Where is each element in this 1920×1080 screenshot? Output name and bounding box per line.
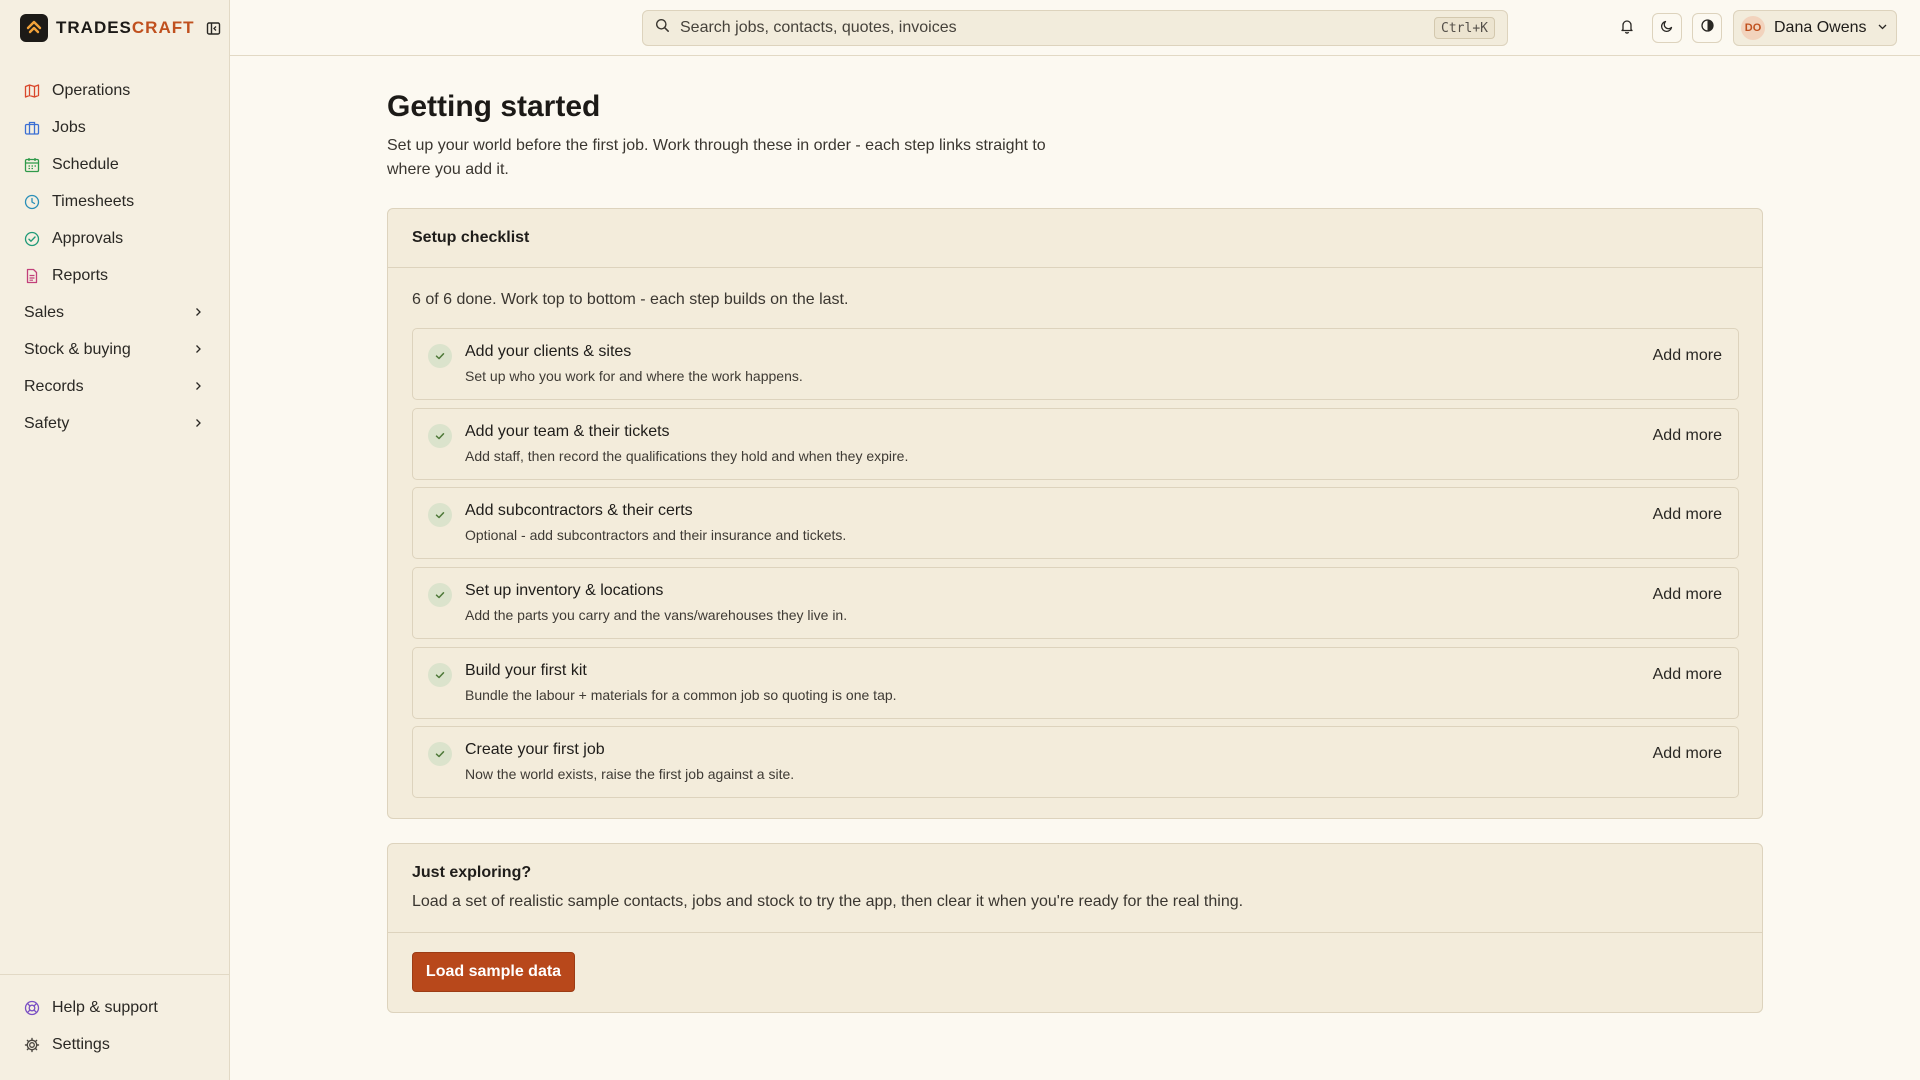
gear-icon (24, 1037, 40, 1053)
contrast-icon (1700, 18, 1715, 38)
step-title: Add your clients & sites (465, 343, 632, 360)
sidebar-group-safety[interactable]: Safety (0, 405, 229, 442)
sidebar-item-label: Jobs (52, 118, 86, 136)
bell-icon (1619, 18, 1635, 39)
divider (388, 932, 1762, 933)
map-icon (24, 83, 40, 99)
checklist-step-inventory[interactable]: Set up inventory & locations Add the par… (412, 567, 1739, 639)
add-more-link[interactable]: Add more (1653, 586, 1722, 604)
just-exploring-card: Just exploring? Load a set of realistic … (387, 843, 1763, 1013)
search-icon (655, 18, 670, 38)
step-description: Optional - add subcontractors and their … (465, 527, 847, 543)
check-icon (428, 583, 452, 607)
avatar: DO (1741, 16, 1765, 40)
chevron-right-icon (193, 341, 203, 359)
sidebar-group-label: Safety (24, 414, 70, 432)
setup-checklist-card: Setup checklist 6 of 6 done. Work top to… (387, 208, 1763, 819)
brand[interactable]: TRADESCRAFT (20, 14, 223, 42)
sidebar-group-records[interactable]: Records (0, 368, 229, 405)
step-description: Bundle the labour + materials for a comm… (465, 687, 897, 703)
step-description: Set up who you work for and where the wo… (465, 368, 803, 384)
load-sample-data-button[interactable]: Load sample data (412, 952, 575, 992)
search-placeholder: Search jobs, contacts, quotes, invoices (680, 19, 957, 36)
page-subtitle: Set up your world before the first job. … (387, 137, 1046, 178)
step-title: Set up inventory & locations (465, 582, 664, 599)
sidebar-item-settings[interactable]: Settings (0, 1026, 229, 1063)
brand-name: TRADESCRAFT (56, 18, 195, 37)
sidebar-footer: Help & support Settings (0, 974, 229, 1080)
sidebar-item-reports[interactable]: Reports (0, 257, 229, 294)
calendar-icon (24, 157, 40, 173)
add-more-link[interactable]: Add more (1653, 666, 1722, 684)
user-menu-button[interactable]: DO Dana Owens (1733, 10, 1897, 46)
checklist-step-subcontractors[interactable]: Add subcontractors & their certs Optiona… (412, 487, 1739, 559)
sidebar-item-operations[interactable]: Operations (0, 72, 229, 109)
sidebar-nav: Operations Jobs Schedule Timesheets Appr… (0, 72, 229, 442)
briefcase-icon (24, 120, 40, 136)
check-circle-icon (24, 231, 40, 247)
check-icon (428, 424, 452, 448)
checklist-step-first-job[interactable]: Create your first job Now the world exis… (412, 726, 1739, 798)
chevron-right-icon (193, 304, 203, 322)
lifebuoy-icon (24, 1000, 40, 1016)
collapse-sidebar-icon[interactable] (205, 19, 223, 37)
check-icon (428, 344, 452, 368)
chevron-right-icon (193, 378, 203, 396)
top-header: Search jobs, contacts, quotes, invoices … (230, 0, 1920, 56)
page-title: Getting started (387, 90, 601, 123)
step-description: Add staff, then record the qualification… (465, 448, 909, 464)
sidebar: TRADESCRAFT Operations Jobs Schedule Tim… (0, 0, 230, 1080)
user-name: Dana Owens (1774, 19, 1867, 36)
step-title: Add subcontractors & their certs (465, 502, 693, 519)
sidebar-group-label: Records (24, 377, 84, 395)
explore-description: Load a set of realistic sample contacts,… (412, 893, 1244, 910)
sidebar-item-label: Settings (52, 1035, 110, 1053)
step-description: Now the world exists, raise the first jo… (465, 766, 795, 782)
search-input[interactable]: Search jobs, contacts, quotes, invoices … (642, 10, 1508, 46)
add-more-link[interactable]: Add more (1653, 347, 1722, 365)
checklist-progress: 6 of 6 done. Work top to bottom - each s… (412, 291, 849, 308)
check-icon (428, 742, 452, 766)
clock-icon (24, 194, 40, 210)
sidebar-item-label: Approvals (52, 229, 124, 247)
step-title: Add your team & their tickets (465, 423, 670, 440)
sidebar-group-label: Stock & buying (24, 340, 131, 358)
sidebar-group-sales[interactable]: Sales (0, 294, 229, 331)
sidebar-item-label: Operations (52, 81, 131, 99)
checklist-step-clients-sites[interactable]: Add your clients & sites Set up who you … (412, 328, 1739, 400)
search-shortcut-badge: Ctrl+K (1434, 17, 1495, 39)
checklist-title: Setup checklist (388, 209, 1762, 268)
contrast-toggle-button[interactable] (1692, 13, 1722, 43)
add-more-link[interactable]: Add more (1653, 506, 1722, 524)
explore-title: Just exploring? (412, 864, 532, 881)
sidebar-item-label: Schedule (52, 155, 119, 173)
theme-toggle-button[interactable] (1652, 13, 1682, 43)
notifications-button[interactable] (1612, 13, 1642, 43)
chevron-right-icon (193, 415, 203, 433)
sidebar-item-label: Timesheets (52, 192, 135, 210)
sidebar-item-schedule[interactable]: Schedule (0, 146, 229, 183)
sidebar-group-stock-buying[interactable]: Stock & buying (0, 331, 229, 368)
sidebar-group-label: Sales (24, 303, 65, 321)
sidebar-item-help-support[interactable]: Help & support (0, 989, 229, 1026)
moon-icon (1660, 18, 1675, 38)
add-more-link[interactable]: Add more (1653, 745, 1722, 763)
checklist-step-first-kit[interactable]: Build your first kit Bundle the labour +… (412, 647, 1739, 719)
sidebar-item-label: Reports (52, 266, 109, 284)
checklist-step-team-tickets[interactable]: Add your team & their tickets Add staff,… (412, 408, 1739, 480)
sidebar-item-timesheets[interactable]: Timesheets (0, 183, 229, 220)
step-title: Build your first kit (465, 662, 587, 679)
check-icon (428, 663, 452, 687)
sidebar-item-approvals[interactable]: Approvals (0, 220, 229, 257)
step-title: Create your first job (465, 741, 605, 758)
check-icon (428, 503, 452, 527)
brand-logo-icon (20, 14, 48, 42)
chevron-down-icon (1877, 19, 1888, 37)
document-icon (24, 268, 40, 284)
sidebar-item-jobs[interactable]: Jobs (0, 109, 229, 146)
add-more-link[interactable]: Add more (1653, 427, 1722, 445)
sidebar-item-label: Help & support (52, 998, 158, 1016)
step-description: Add the parts you carry and the vans/war… (465, 607, 848, 623)
